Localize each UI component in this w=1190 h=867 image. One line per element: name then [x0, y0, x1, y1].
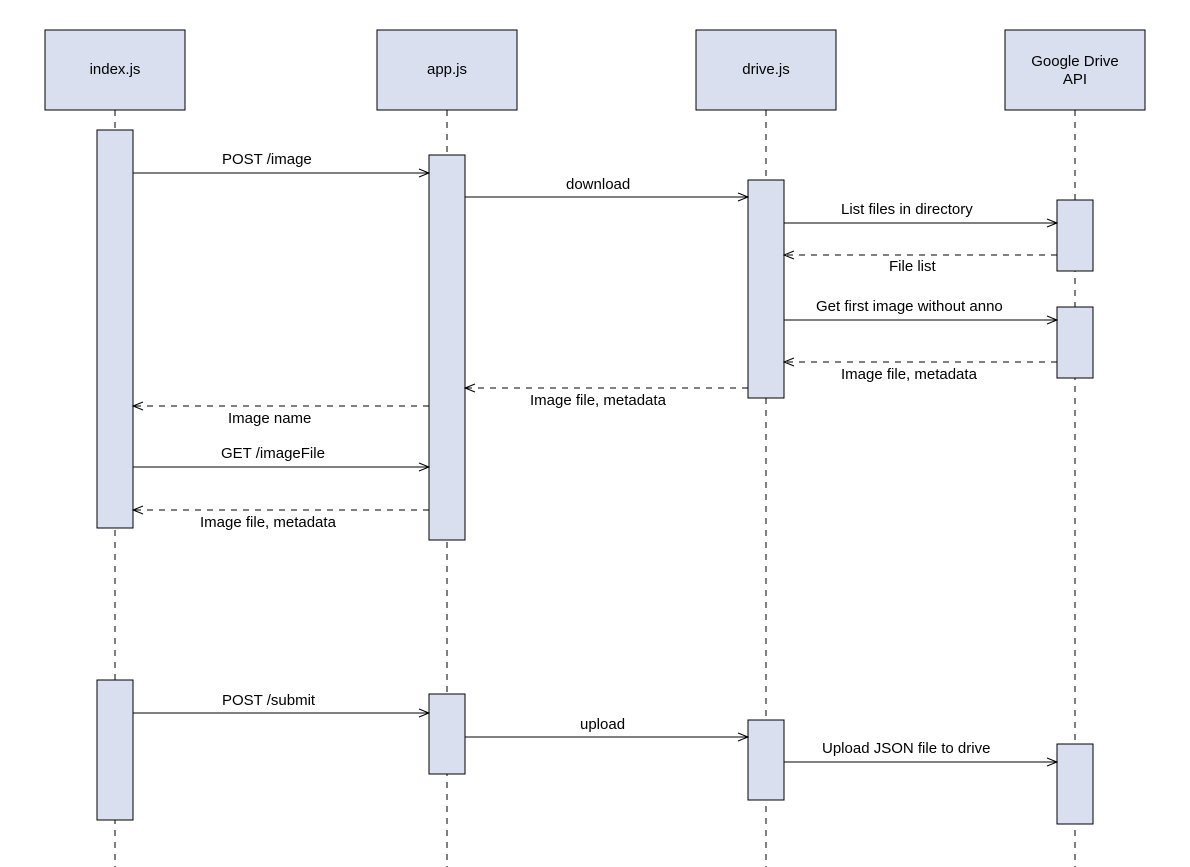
msg-image-meta-3-label: Image file, metadata — [200, 514, 337, 531]
activation-api-3 — [1057, 744, 1093, 824]
participant-index-label: index.js — [90, 61, 141, 78]
msg-post-submit-label: POST /submit — [222, 692, 316, 709]
msg-image-meta-1-label: Image file, metadata — [841, 366, 978, 383]
activation-app-2 — [429, 694, 465, 774]
msg-image-meta-2-label: Image file, metadata — [530, 392, 667, 409]
participant-drive-label: drive.js — [742, 61, 790, 78]
sequence-diagram: index.js app.js drive.js Google Drive AP… — [0, 0, 1190, 867]
participant-api-label-line2: API — [1063, 71, 1087, 88]
msg-list-files-label: List files in directory — [841, 201, 973, 218]
msg-upload-json-label: Upload JSON file to drive — [822, 740, 990, 757]
msg-image-name-label: Image name — [228, 410, 311, 427]
msg-upload-label: upload — [580, 716, 625, 733]
activation-index-1 — [97, 130, 133, 528]
msg-get-first-image-label: Get first image without anno — [816, 298, 1003, 315]
participant-api-label-line1: Google Drive — [1031, 53, 1119, 70]
msg-file-list-label: File list — [889, 258, 937, 275]
activation-drive-1 — [748, 180, 784, 398]
activation-api-2 — [1057, 307, 1093, 378]
activation-api-1 — [1057, 200, 1093, 271]
participant-app-label: app.js — [427, 61, 467, 78]
activation-drive-2 — [748, 720, 784, 800]
msg-get-imagefile-label: GET /imageFile — [221, 445, 325, 462]
msg-download-label: download — [566, 176, 630, 193]
activation-app-1 — [429, 155, 465, 540]
msg-post-image-label: POST /image — [222, 151, 312, 168]
activation-index-2 — [97, 680, 133, 820]
